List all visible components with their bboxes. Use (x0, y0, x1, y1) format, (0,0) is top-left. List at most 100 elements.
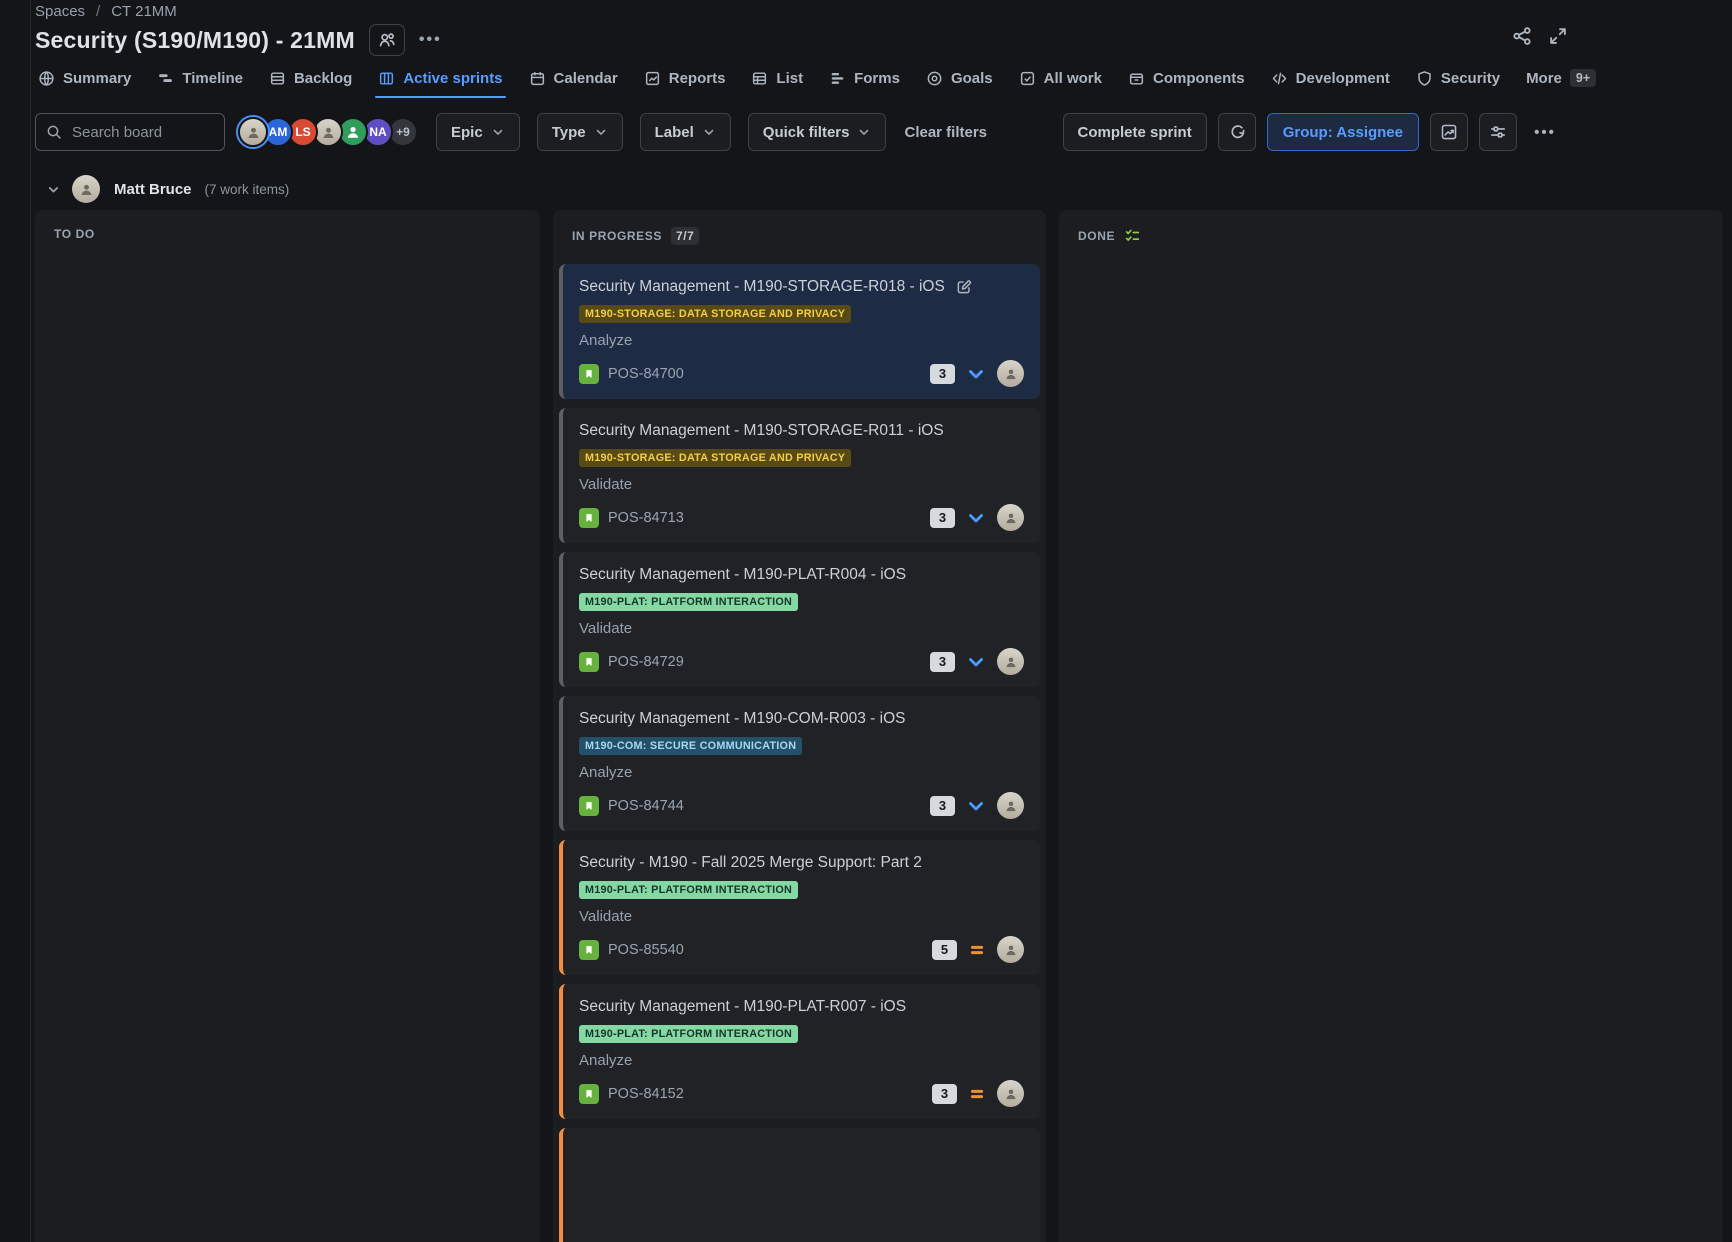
avatar-photo-selected[interactable] (238, 117, 268, 147)
search-input[interactable] (35, 113, 225, 151)
person-icon (1004, 943, 1018, 957)
shield-icon (1416, 70, 1433, 87)
card-title[interactable]: Security Management - M190-STORAGE-R011 … (579, 421, 944, 440)
board-more-button[interactable]: ••• (1528, 124, 1562, 141)
tab-more[interactable]: More 9+ (1513, 60, 1609, 96)
collapse-chevron-icon[interactable] (46, 182, 61, 197)
card-title[interactable]: Security Management - M190-COM-R003 - iO… (579, 709, 905, 728)
column-title: TO DO (54, 227, 95, 241)
board-card[interactable]: Security - M190 - Fall 2025 Merge Suppor… (559, 840, 1040, 975)
card-title[interactable]: Security Management - M190-PLAT-R007 - i… (579, 997, 906, 1016)
group-by-assignee-button[interactable]: Group: Assignee (1267, 113, 1419, 151)
tab-reports[interactable]: Reports (631, 60, 739, 96)
tab-summary[interactable]: Summary (25, 60, 144, 96)
tab-label: Goals (951, 70, 993, 87)
label-dropdown[interactable]: Label (640, 113, 731, 151)
column-header: DONE (1059, 210, 1723, 256)
tab-calendar[interactable]: Calendar (516, 60, 631, 96)
breadcrumb-project[interactable]: CT 21MM (111, 3, 177, 20)
tab-list[interactable]: List (738, 60, 816, 96)
card-status: Validate (579, 908, 1024, 925)
assignee-avatar[interactable] (997, 504, 1024, 531)
priority-icon (966, 508, 986, 528)
board-card[interactable]: Security Management - M190-STORAGE-R018 … (559, 264, 1040, 399)
tab-label: Calendar (554, 70, 618, 87)
issue-key[interactable]: POS-84152 (608, 1086, 684, 1102)
breadcrumb: Spaces / CT 21MM (35, 3, 177, 20)
equals-icon (968, 941, 986, 959)
card-title[interactable]: Security Management - M190-PLAT-R004 - i… (579, 565, 906, 584)
clear-filters-button[interactable]: Clear filters (904, 124, 987, 141)
priority-icon (966, 364, 986, 384)
assignee-avatar[interactable] (997, 1080, 1024, 1107)
card-title[interactable]: Security - M190 - Fall 2025 Merge Suppor… (579, 853, 922, 872)
chevron-down-icon (702, 125, 716, 139)
epic-dropdown[interactable]: Epic (436, 113, 520, 151)
tab-active-sprints[interactable]: Active sprints (365, 60, 515, 96)
line-chart-icon (1440, 123, 1458, 141)
complete-sprint-button[interactable]: Complete sprint (1063, 113, 1207, 151)
tab-security[interactable]: Security (1403, 60, 1513, 96)
dropdown-label: Epic (451, 124, 483, 141)
type-dropdown[interactable]: Type (537, 113, 623, 151)
card-label[interactable]: M190-PLAT: PLATFORM INTERACTION (579, 881, 798, 899)
dropdown-label: Label (655, 124, 694, 141)
card-label[interactable]: M190-PLAT: PLATFORM INTERACTION (579, 1025, 798, 1043)
issue-key[interactable]: POS-85540 (608, 942, 684, 958)
person-icon (1004, 511, 1018, 525)
tab-backlog[interactable]: Backlog (256, 60, 365, 96)
expand-icon (1548, 26, 1568, 46)
issue-key[interactable]: POS-84744 (608, 798, 684, 814)
board-card[interactable]: Security Management - M190-PLAT-R007 - i… (559, 984, 1040, 1119)
insights-button[interactable] (1430, 113, 1468, 151)
tab-all-work[interactable]: All work (1006, 60, 1115, 96)
calendar-icon (529, 70, 546, 87)
dropdown-label: Quick filters (763, 124, 850, 141)
card-label[interactable]: M190-STORAGE: DATA STORAGE AND PRIVACY (579, 449, 851, 467)
board-card[interactable]: Security Management - M190-COM-R003 - iO… (559, 696, 1040, 831)
issue-key[interactable]: POS-84700 (608, 366, 684, 382)
share-icon (1512, 26, 1532, 46)
assignee-avatar[interactable] (997, 936, 1024, 963)
board-card[interactable]: Security Management - M190-STORAGE-R011 … (559, 408, 1040, 543)
card-title[interactable]: Security Management - M190-STORAGE-R018 … (579, 277, 945, 296)
board-card[interactable]: Security Management - M190-PLAT-R004 - i… (559, 552, 1040, 687)
card-label[interactable]: M190-PLAT: PLATFORM INTERACTION (579, 593, 798, 611)
tab-timeline[interactable]: Timeline (144, 60, 256, 96)
card-status: Analyze (579, 1052, 1024, 1069)
done-checklist-icon (1124, 227, 1141, 244)
tab-goals[interactable]: Goals (913, 60, 1006, 96)
dropdown-label: Type (552, 124, 586, 141)
board-card-partial[interactable] (559, 1128, 1040, 1242)
collaborators-button[interactable] (369, 24, 405, 56)
search-wrap (35, 113, 225, 151)
chart-trend-icon (644, 70, 661, 87)
fullscreen-button[interactable] (1548, 26, 1568, 46)
tab-label: Components (1153, 70, 1245, 87)
person-icon (1004, 799, 1018, 813)
edit-icon[interactable] (955, 278, 973, 296)
tab-forms[interactable]: Forms (816, 60, 913, 96)
assignee-avatar[interactable] (997, 792, 1024, 819)
issue-key[interactable]: POS-84713 (608, 510, 684, 526)
card-label[interactable]: M190-COM: SECURE COMMUNICATION (579, 737, 802, 755)
story-points-badge: 3 (932, 1084, 957, 1104)
issue-key[interactable]: POS-84729 (608, 654, 684, 670)
card-status: Validate (579, 476, 1024, 493)
tab-development[interactable]: Development (1258, 60, 1403, 96)
search-icon (46, 124, 62, 140)
share-button[interactable] (1512, 26, 1532, 46)
page-title: Security (S190/M190) - 21MM (35, 27, 355, 54)
assignee-avatar[interactable] (997, 360, 1024, 387)
quick-filters-dropdown[interactable]: Quick filters (748, 113, 887, 151)
title-more-button[interactable]: ••• (419, 31, 442, 49)
chevron-down-icon (966, 508, 986, 528)
sprint-cycle-button[interactable] (1218, 113, 1256, 151)
view-settings-button[interactable] (1479, 113, 1517, 151)
breadcrumb-spaces[interactable]: Spaces (35, 3, 85, 20)
card-label[interactable]: M190-STORAGE: DATA STORAGE AND PRIVACY (579, 305, 851, 323)
person-icon (345, 124, 361, 140)
assignee-avatar[interactable] (997, 648, 1024, 675)
tab-components[interactable]: Components (1115, 60, 1258, 96)
card-status: Analyze (579, 764, 1024, 781)
